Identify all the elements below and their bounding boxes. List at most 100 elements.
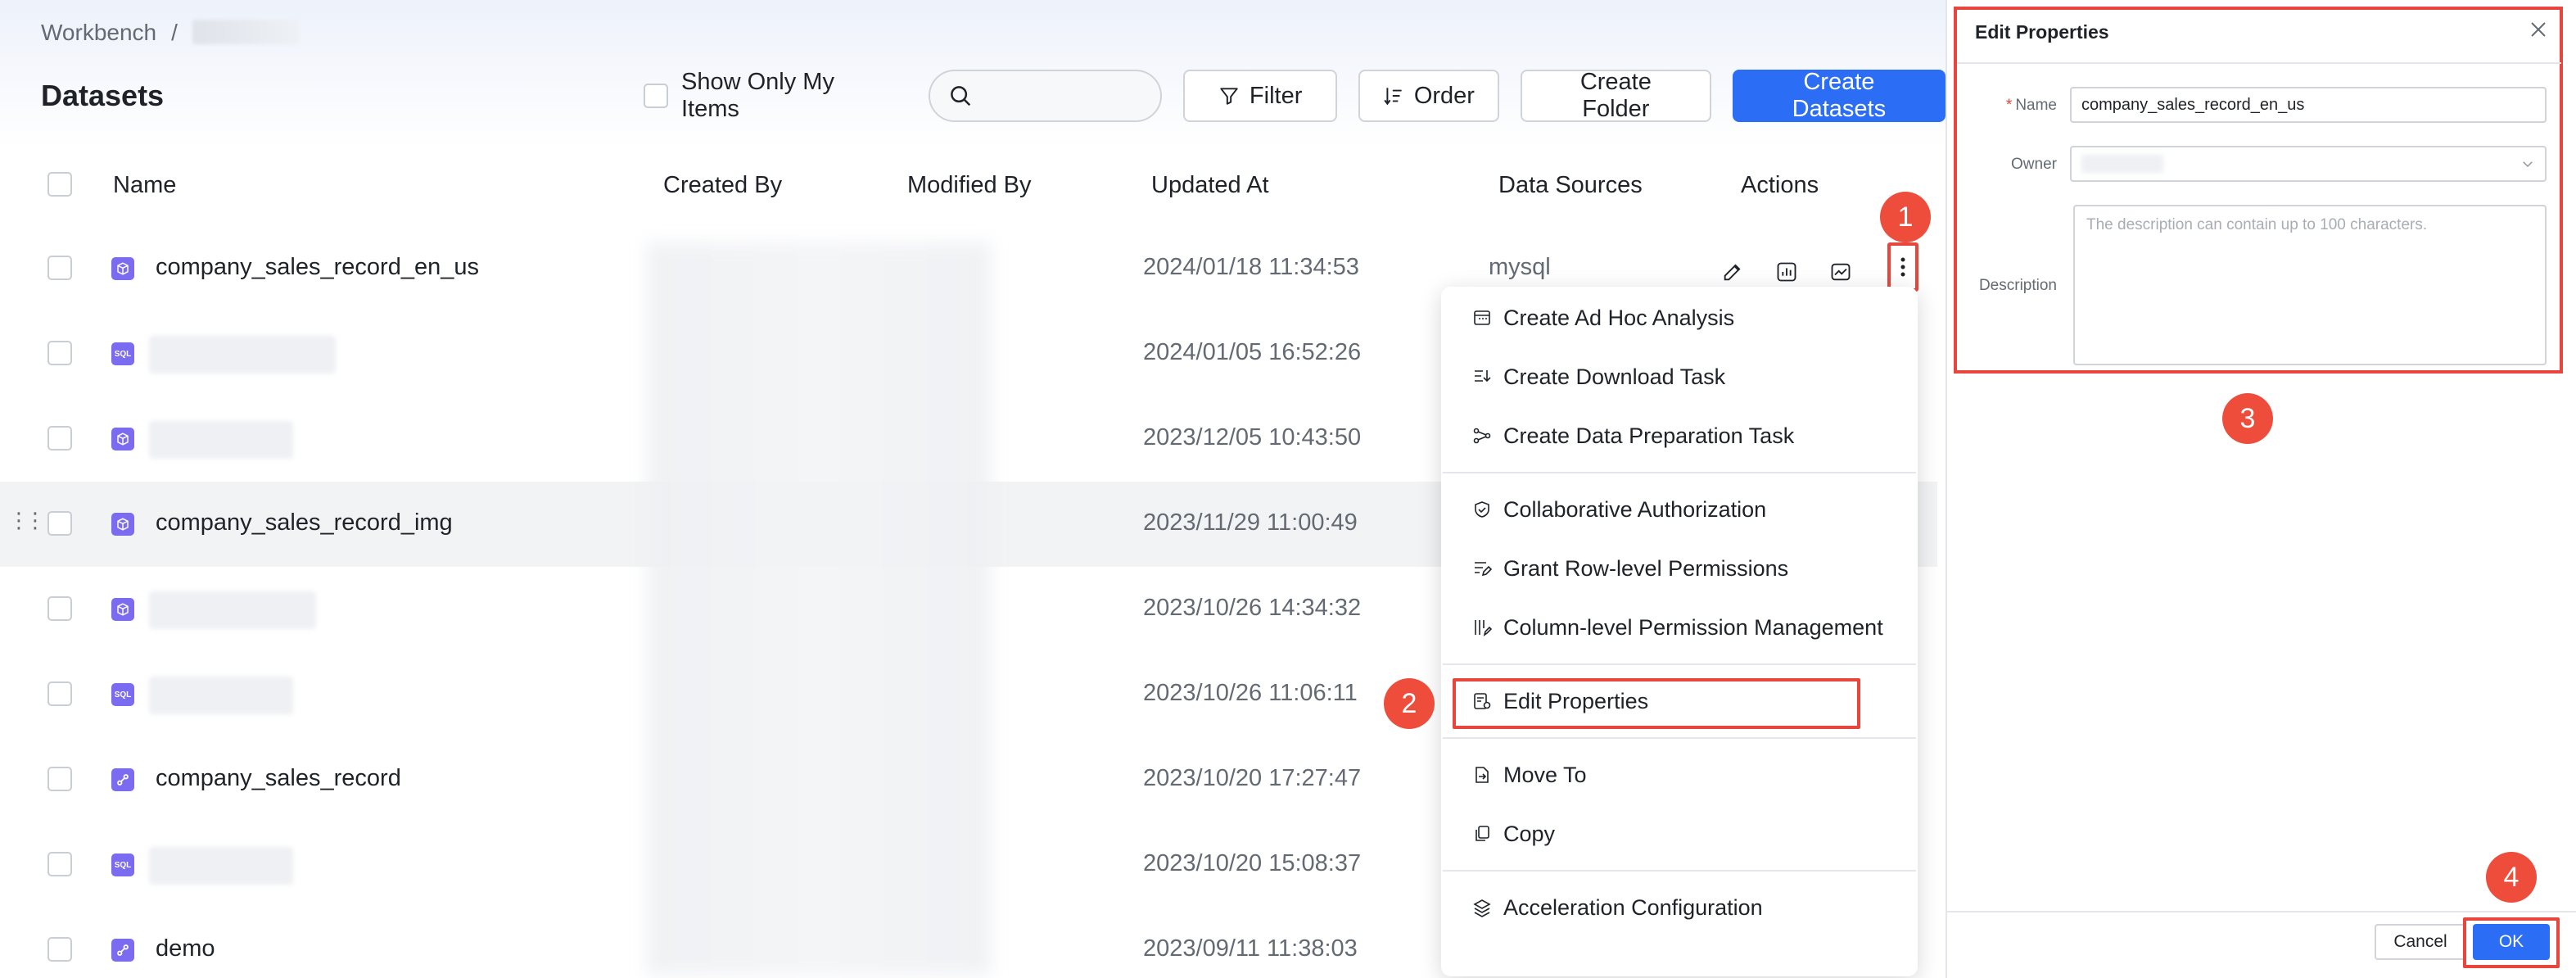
- row-checkbox[interactable]: [47, 852, 72, 876]
- page-title: Datasets: [41, 79, 165, 112]
- menu-create-data-preparation-task[interactable]: Create Data Preparation Task: [1441, 410, 1918, 462]
- row-checkbox[interactable]: [47, 341, 72, 365]
- menu-grant-row-level-permissions[interactable]: Grant Row-level Permissions: [1441, 542, 1918, 595]
- edit-properties-panel: Edit Properties * Name company_sales_reco…: [1946, 0, 2576, 978]
- data-prep-icon: [1473, 428, 1491, 444]
- updated-at: 2023/11/29 11:00:49: [1143, 509, 1358, 536]
- dashboard-icon[interactable]: [1828, 259, 1854, 285]
- drag-handle-icon[interactable]: ⋮⋮: [8, 508, 46, 533]
- cancel-button[interactable]: Cancel: [2375, 924, 2466, 960]
- copy-icon: [1476, 826, 1489, 841]
- step-badge-2: 2: [1384, 678, 1435, 729]
- analysis-icon[interactable]: [1774, 259, 1800, 285]
- menu-divider: [1443, 737, 1916, 739]
- show-only-my-items-toggle[interactable]: Show Only My Items: [644, 69, 894, 123]
- cube-icon: [111, 598, 134, 621]
- row-checkbox[interactable]: [47, 937, 72, 962]
- dataset-name-redacted: [149, 847, 293, 885]
- breadcrumb-separator: /: [171, 20, 178, 45]
- column-actions: Actions: [1741, 172, 1819, 198]
- row-checkbox[interactable]: [47, 256, 72, 280]
- updated-at: 2023/10/20 15:08:37: [1143, 850, 1362, 876]
- description-textarea[interactable]: The description can contain up to 100 ch…: [2073, 205, 2547, 365]
- dataset-name[interactable]: company_sales_record_img: [156, 509, 453, 537]
- menu-label: Create Download Task: [1503, 364, 1726, 389]
- toolbar: Show Only My Items Filter Order Create F…: [644, 69, 1946, 123]
- create-folder-button[interactable]: Create Folder: [1520, 69, 1711, 122]
- name-label: * Name: [2005, 97, 2057, 114]
- menu-move-to[interactable]: Move To: [1441, 749, 1918, 801]
- edit-icon[interactable]: [1720, 259, 1746, 285]
- menu-label: Create Ad Hoc Analysis: [1503, 305, 1735, 330]
- filter-icon: [1220, 88, 1238, 105]
- show-only-label: Show Only My Items: [681, 69, 834, 122]
- menu-label: Acceleration Configuration: [1503, 894, 1763, 920]
- menu-column-level-permission-management[interactable]: Column-level Permission Management: [1441, 601, 1918, 654]
- cube-icon: [111, 513, 134, 536]
- create-datasets-button[interactable]: Create Datasets: [1732, 69, 1946, 122]
- filter-button[interactable]: Filter: [1183, 70, 1337, 122]
- row-checkbox[interactable]: [47, 511, 72, 536]
- ok-button[interactable]: OK: [2473, 924, 2550, 960]
- shield-icon: [1475, 501, 1489, 518]
- link-icon: [111, 939, 134, 962]
- updated-at: 2023/10/20 17:27:47: [1143, 765, 1362, 791]
- sql-icon: SQL: [111, 853, 134, 876]
- download-task-icon: [1475, 370, 1491, 383]
- menu-create-download-task[interactable]: Create Download Task: [1441, 351, 1918, 403]
- step-badge-4: 4: [2486, 852, 2537, 903]
- menu-label: Grant Row-level Permissions: [1503, 555, 1789, 581]
- updated-at: 2023/09/11 11:38:03: [1143, 935, 1358, 962]
- row-checkbox[interactable]: [47, 681, 72, 706]
- updated-at: 2023/12/05 10:43:50: [1143, 424, 1362, 451]
- column-name[interactable]: Name: [113, 172, 176, 199]
- column-data-sources[interactable]: Data Sources: [1498, 172, 1643, 199]
- more-vertical-icon: [1900, 257, 1905, 277]
- menu-create-ad-hoc-analysis[interactable]: Create Ad Hoc Analysis: [1441, 292, 1918, 344]
- breadcrumb: Workbench /: [41, 20, 299, 46]
- link-icon: [111, 768, 134, 791]
- breadcrumb-current-redacted: [192, 20, 299, 44]
- menu-acceleration-configuration[interactable]: Acceleration Configuration: [1441, 881, 1918, 934]
- order-button[interactable]: Order: [1358, 70, 1499, 122]
- dataset-name[interactable]: demo: [156, 935, 215, 962]
- menu-divider: [1443, 663, 1916, 665]
- select-all-checkbox[interactable]: [47, 172, 72, 197]
- breadcrumb-workbench[interactable]: Workbench: [41, 20, 156, 46]
- owner-select[interactable]: [2070, 146, 2547, 182]
- menu-label: Create Data Preparation Task: [1503, 423, 1795, 448]
- sql-icon: SQL: [111, 342, 134, 365]
- owner-label: Owner: [2011, 156, 2057, 173]
- step-badge-1: 1: [1880, 192, 1931, 242]
- updated-at: 2024/01/18 11:34:53: [1143, 254, 1359, 280]
- more-actions-button[interactable]: [1887, 242, 1918, 292]
- row-permission-icon: [1475, 562, 1492, 577]
- panel-title: Edit Properties: [1975, 21, 2109, 43]
- chevron-down-icon: [2523, 161, 2533, 168]
- datasets-workspace: Workbench / Datasets Show Only My Items …: [0, 0, 1946, 978]
- row-checkbox[interactable]: [47, 767, 72, 791]
- row-checkbox[interactable]: [47, 596, 72, 621]
- name-field[interactable]: company_sales_record_en_us: [2070, 87, 2547, 123]
- cube-icon: [111, 257, 134, 280]
- dataset-name-redacted: [149, 421, 293, 459]
- column-modified-by[interactable]: Modified By: [907, 172, 1032, 199]
- column-created-by[interactable]: Created By: [663, 172, 782, 199]
- row-checkbox[interactable]: [47, 426, 72, 451]
- show-only-checkbox[interactable]: [644, 84, 668, 108]
- dataset-name[interactable]: company_sales_record: [156, 765, 401, 792]
- description-placeholder: The description can contain up to 100 ch…: [2086, 216, 2428, 233]
- acceleration-icon: [1473, 899, 1491, 917]
- dataset-name[interactable]: company_sales_record_en_us: [156, 254, 479, 281]
- edit-properties-highlight: [1453, 678, 1860, 729]
- menu-label: Move To: [1503, 762, 1587, 787]
- menu-label: Copy: [1503, 821, 1556, 846]
- search-input[interactable]: [929, 70, 1163, 122]
- menu-collaborative-authorization[interactable]: Collaborative Authorization: [1441, 483, 1918, 536]
- menu-copy[interactable]: Copy: [1441, 808, 1918, 860]
- move-to-icon: [1476, 767, 1489, 783]
- close-icon[interactable]: [2529, 20, 2548, 43]
- dataset-name-redacted: [149, 336, 336, 374]
- column-updated-at[interactable]: Updated At: [1151, 172, 1269, 199]
- panel-footer-divider: [1947, 911, 2576, 912]
